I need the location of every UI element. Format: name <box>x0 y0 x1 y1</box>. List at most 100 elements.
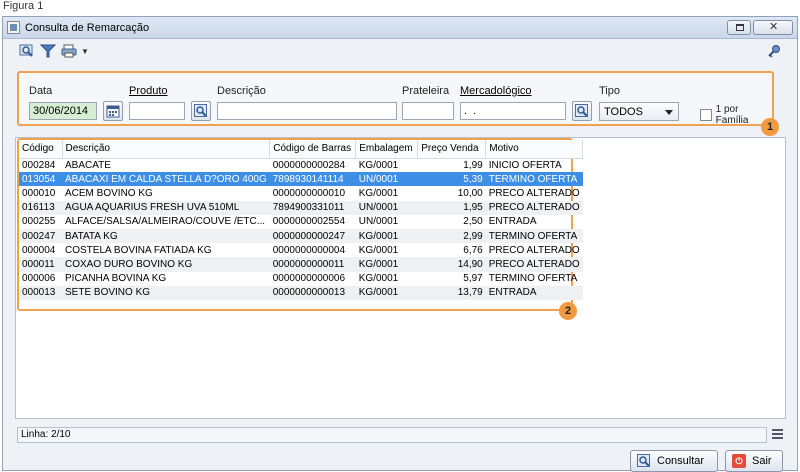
action-bar: Consultar ⏻ Sair <box>5 444 799 472</box>
print-icon[interactable] <box>61 44 77 58</box>
table-cell: TERMINO OFERTA <box>485 172 583 187</box>
tipo-select[interactable]: TODOS <box>599 102 679 121</box>
descricao-label: Descrição <box>217 85 266 97</box>
lookup-icon <box>575 104 588 117</box>
chevron-down-icon <box>665 110 673 115</box>
table-cell: 000247 <box>19 228 62 244</box>
table-cell: 7898930141114 <box>269 172 356 187</box>
table-cell: ENTRADA <box>488 216 537 228</box>
table-row[interactable]: 000247 BATATA KG 0000000000247 KG/0001 2,99 T… <box>19 228 583 244</box>
search-icon[interactable] <box>19 44 35 58</box>
sair-button[interactable]: ⏻ Sair <box>725 450 783 472</box>
title-bar[interactable]: Consulta de Remarcação ✕ <box>3 17 797 39</box>
table-cell: 0000000000284 <box>272 159 346 171</box>
table-cell: 000010 <box>22 187 56 199</box>
figure-caption: Figura 1 <box>3 0 44 12</box>
column-header[interactable]: Embalagem <box>355 140 419 159</box>
mercadologico-search-button[interactable] <box>572 101 592 121</box>
table-row[interactable]: 000010 ACEM BOVINO KG 0000000000010 KG/0001… <box>19 186 583 200</box>
produto-label[interactable]: Produto <box>129 85 168 97</box>
table-row[interactable]: 000006 PICANHA BOVINA KG 0000000000006 KG/0… <box>19 272 583 286</box>
print-dropdown-icon[interactable]: ▼ <box>81 47 89 56</box>
hamburger-menu-icon[interactable] <box>772 429 783 439</box>
column-header[interactable]: Preço Venda <box>417 140 487 159</box>
table-cell: 0000000002554 <box>272 216 346 228</box>
key-icon[interactable] <box>767 44 781 58</box>
tipo-label: Tipo <box>599 85 620 97</box>
table-cell: PRECO ALTERADO <box>485 200 583 215</box>
table-row[interactable]: 013054 ABACAXI EM CALDA STELLA D?ORO 400G… <box>19 172 583 187</box>
close-button[interactable]: ✕ <box>753 20 793 35</box>
table-cell: 016113 <box>19 200 62 215</box>
table-cell: ALFACE/SALSA/ALMEIRAO/COUVE /ETC... <box>65 216 266 228</box>
table-header: Código Descrição Código de Barras Embala… <box>19 140 584 159</box>
table-cell: 0000000000011 <box>269 257 356 272</box>
table-cell: PRECO ALTERADO <box>485 257 583 272</box>
sair-label: Sair <box>752 455 772 467</box>
tipo-selected-value: TODOS <box>604 106 643 118</box>
calendar-icon <box>106 105 120 118</box>
table-cell: 000011 <box>19 257 62 272</box>
consultar-button[interactable]: Consultar <box>630 450 718 472</box>
table-cell: 2,99 <box>417 228 486 244</box>
table-cell: 5,97 <box>463 273 483 285</box>
table-cell: ABACATE <box>65 159 111 171</box>
data-label: Data <box>29 85 53 97</box>
table-cell: KG/0001 <box>358 159 399 171</box>
restore-icon <box>736 24 744 31</box>
exit-icon: ⏻ <box>732 454 746 468</box>
calendar-button[interactable] <box>103 101 123 121</box>
app-icon <box>7 21 20 34</box>
produto-search-button[interactable] <box>191 101 211 121</box>
table-body: 000284 ABACATE 0000000000284 KG/0001 1,99 INI… <box>19 158 583 300</box>
table-cell: UN/0001 <box>358 216 399 228</box>
table-cell: KG/0001 <box>358 273 399 285</box>
table-cell: COSTELA BOVINA FATIADA KG <box>65 244 212 256</box>
window-title: Consulta de Remarcação <box>25 22 150 34</box>
mercadologico-field[interactable] <box>460 102 566 120</box>
table-row[interactable]: 016113 AGUA AQUARIUS FRESH UVA 510ML 78949… <box>19 200 583 215</box>
table-row[interactable]: 000013 SETE BOVINO KG 0000000000013 KG/0001… <box>19 285 583 300</box>
lookup-icon <box>194 104 207 117</box>
table-cell: 10,00 <box>457 187 483 199</box>
table-cell: PICANHA BOVINA KG <box>65 273 167 285</box>
restore-button[interactable] <box>727 20 751 35</box>
prateleira-field[interactable] <box>402 102 454 120</box>
toolbar: ▼ <box>3 40 797 62</box>
table-cell: 6,76 <box>463 244 483 256</box>
table-cell: INICIO OFERTA <box>488 159 562 171</box>
column-header[interactable]: Código <box>19 140 63 159</box>
table-cell: 0000000000006 <box>272 273 346 285</box>
table-cell: AGUA AQUARIUS FRESH UVA 510ML <box>62 200 270 215</box>
table-cell: 2,50 <box>463 216 483 228</box>
table-cell: 13,79 <box>417 285 486 300</box>
column-header[interactable]: Código de Barras <box>269 140 357 159</box>
table-cell: KG/0001 <box>355 228 418 244</box>
mercadologico-label[interactable]: Mercadológico <box>460 85 532 97</box>
table-cell: ACEM BOVINO KG <box>65 187 153 199</box>
table-cell: 0000000000004 <box>272 244 346 256</box>
table-row[interactable]: 000284 ABACATE 0000000000284 KG/0001 1,99 INI… <box>19 158 583 172</box>
table-cell: KG/0001 <box>355 285 418 300</box>
table-cell: 000004 <box>22 244 56 256</box>
column-header[interactable]: Descrição <box>62 140 271 159</box>
descricao-field[interactable] <box>217 102 397 120</box>
produto-field[interactable] <box>129 102 185 120</box>
table-row[interactable]: 000011 COXAO DURO BOVINO KG 0000000000011 K… <box>19 257 583 272</box>
table-cell: COXAO DURO BOVINO KG <box>62 257 270 272</box>
table-cell: PRECO ALTERADO <box>488 187 580 199</box>
table-cell: 000284 <box>22 159 56 171</box>
table-cell: 000013 <box>19 285 62 300</box>
table-cell: PRECO ALTERADO <box>488 244 580 256</box>
filter-icon[interactable] <box>40 44 56 58</box>
table-cell: 5,39 <box>417 172 486 187</box>
date-field[interactable] <box>29 102 97 120</box>
main-window: Consulta de Remarcação ✕ ▼ Data 30/06/20… <box>2 16 799 472</box>
por-familia-checkbox[interactable] <box>700 109 712 121</box>
table-row[interactable]: 000255 ALFACE/SALSA/ALMEIRAO/COUVE /ETC..… <box>19 215 583 229</box>
column-header[interactable]: Motivo <box>485 140 584 159</box>
filter-panel: Data Produto Descrição Prateleira Mercad… <box>17 71 774 126</box>
table-cell: 000255 <box>22 216 56 228</box>
table-row[interactable]: 000004 COSTELA BOVINA FATIADA KG 000000000… <box>19 243 583 257</box>
prateleira-label: Prateleira <box>402 85 450 97</box>
